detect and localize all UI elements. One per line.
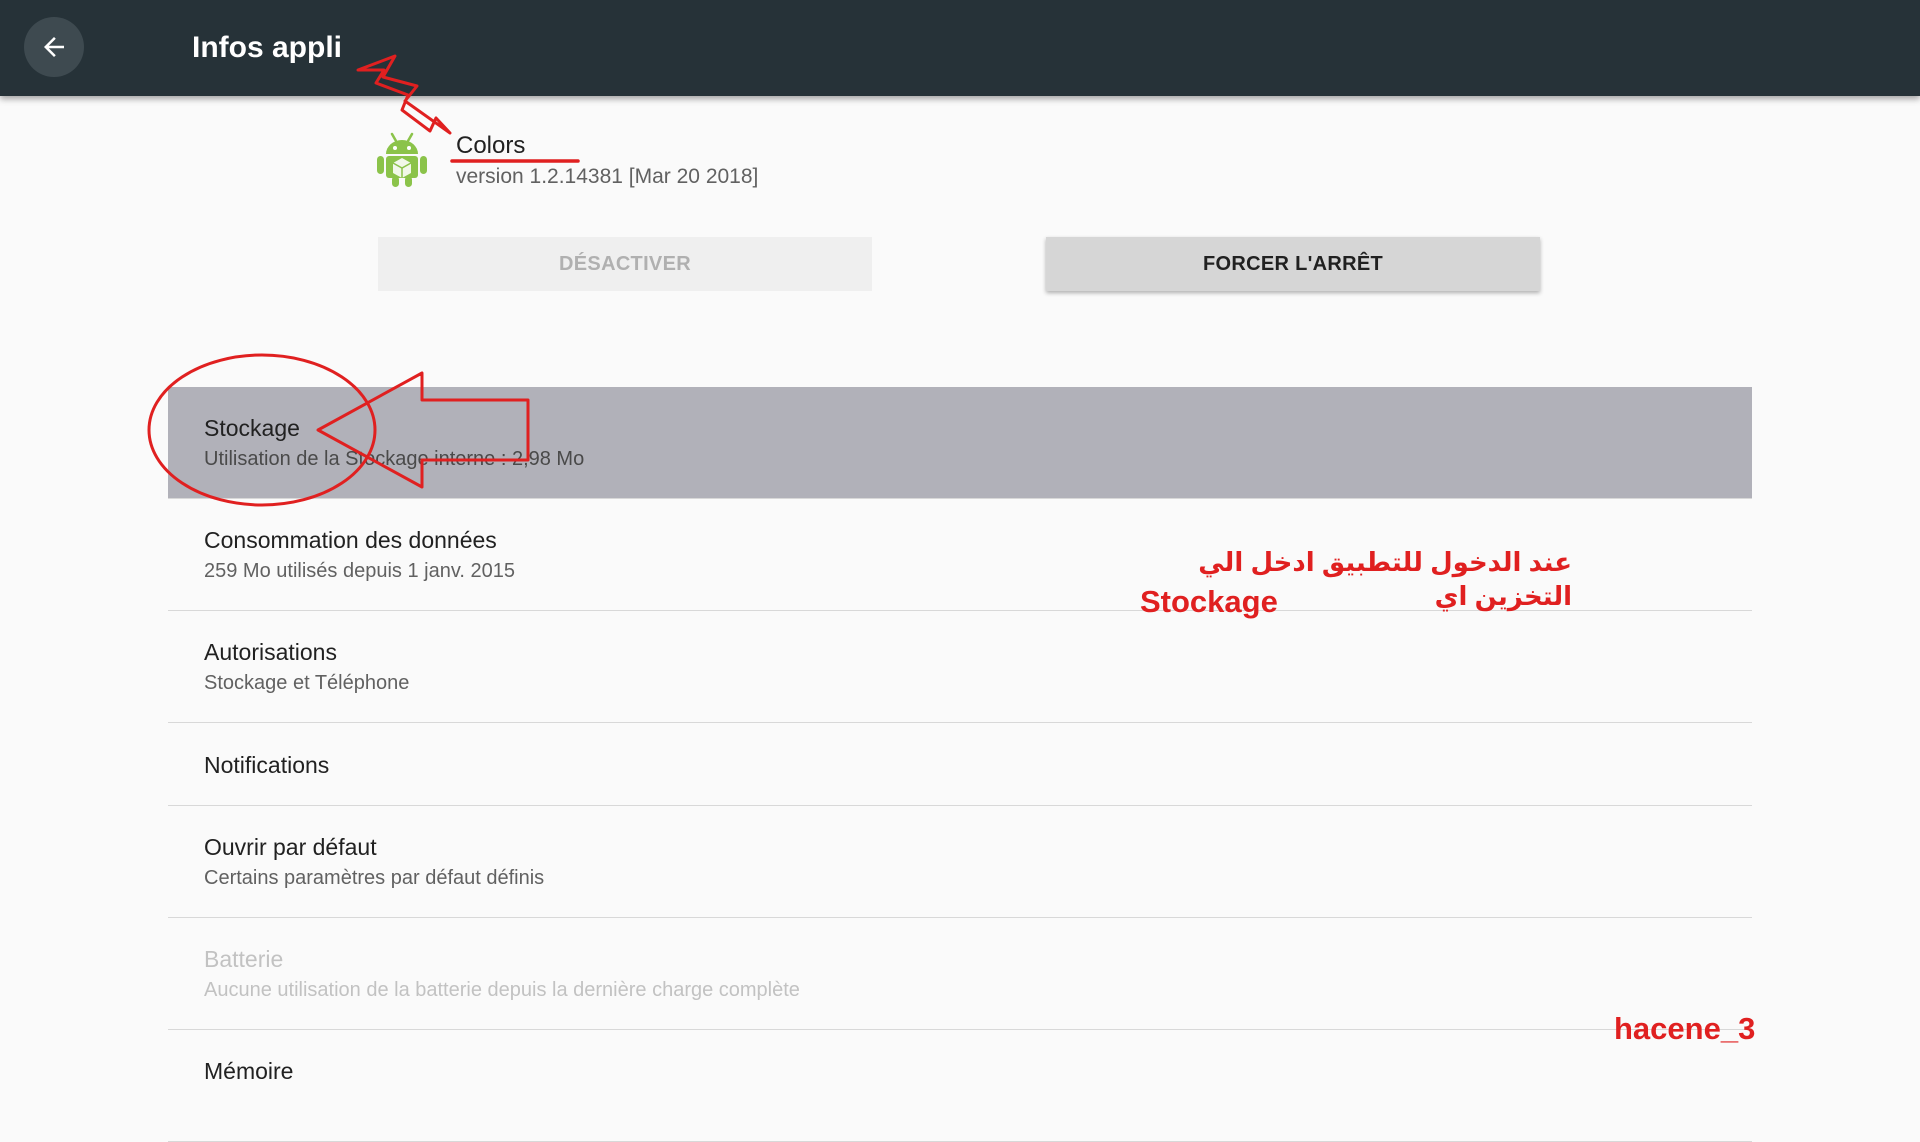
settings-item-storage[interactable]: Stockage Utilisation de la Stockage inte… (168, 387, 1752, 499)
settings-item-title: Mémoire (204, 1058, 294, 1084)
settings-item-summary: 259 Mo utilisés depuis 1 janv. 2015 (204, 560, 515, 582)
settings-item-title: Ouvrir par défaut (204, 834, 377, 860)
settings-item-summary: Aucune utilisation de la batterie depuis… (204, 979, 800, 1001)
settings-item-title: Consommation des données (204, 527, 497, 553)
settings-item-summary: Utilisation de la Stockage interne : 2,9… (204, 448, 585, 470)
settings-item-summary: Certains paramètres par défaut définis (204, 867, 545, 889)
disable-button[interactable]: DÉSACTIVER (378, 237, 872, 291)
app-toolbar: Infos appli (0, 0, 1920, 96)
settings-item-title: Autorisations (204, 639, 337, 665)
force-stop-button[interactable]: FORCER L'ARRÊT (1046, 237, 1540, 291)
watermark-text: hacene_3 (1614, 1011, 1756, 1046)
settings-item-title: Notifications (204, 752, 330, 778)
settings-item-summary: Stockage et Téléphone (204, 672, 410, 694)
settings-item-open-by-default[interactable]: Ouvrir par défaut Certains paramètres pa… (168, 806, 1752, 918)
back-button[interactable] (24, 17, 84, 77)
arrow-back-icon (44, 37, 64, 57)
settings-item-title: Stockage (204, 415, 300, 441)
android-robot-icon (377, 132, 427, 187)
annotation-stockage-label: Stockage (1140, 584, 1278, 619)
settings-item-battery: Batterie Aucune utilisation de la batter… (168, 918, 1752, 1030)
page-title: Infos appli (192, 31, 342, 64)
settings-item-memory[interactable]: Mémoire (168, 1030, 1752, 1142)
settings-list: Stockage Utilisation de la Stockage inte… (168, 387, 1752, 1142)
app-version: version 1.2.14381 [Mar 20 2018] (456, 165, 759, 188)
app-name: Colors (456, 132, 526, 159)
settings-item-title: Batterie (204, 946, 284, 972)
settings-item-notifications[interactable]: Notifications (168, 723, 1752, 806)
settings-item-permissions[interactable]: Autorisations Stockage et Téléphone (168, 611, 1752, 723)
